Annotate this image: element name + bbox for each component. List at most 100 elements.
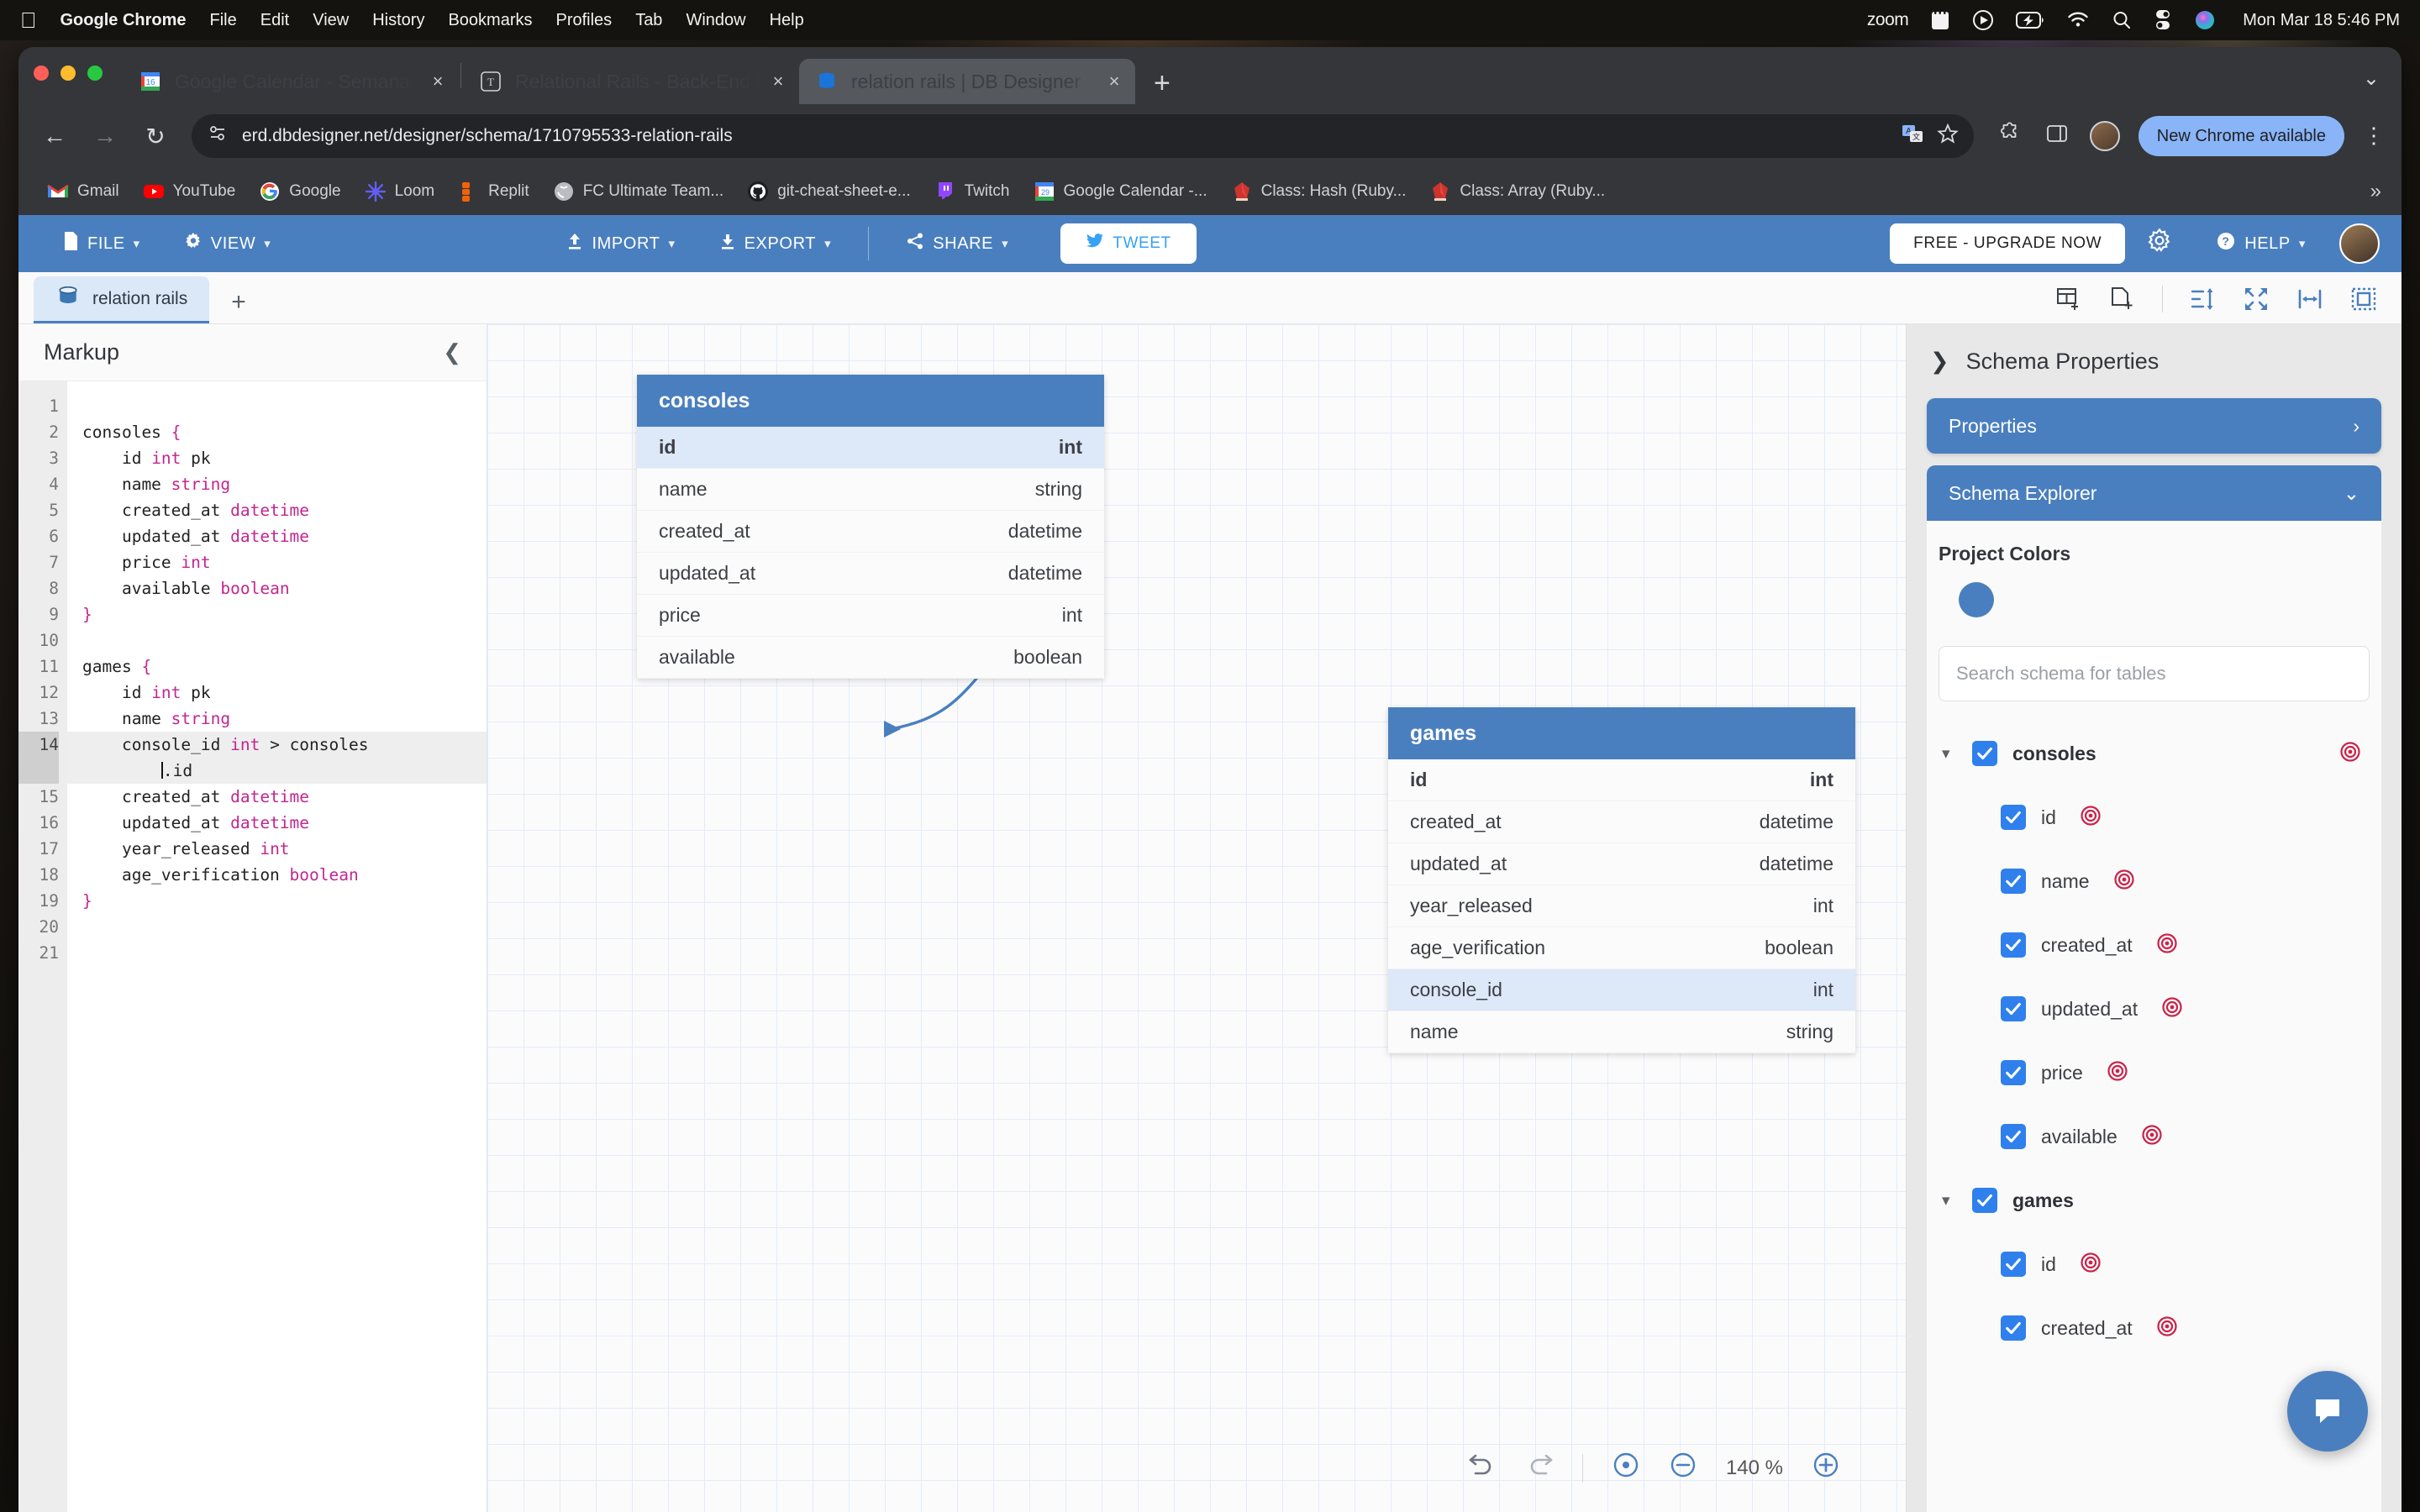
schema-tree-column[interactable]: available [1927,1105,2381,1168]
menu-item-profiles[interactable]: Profiles [555,11,612,30]
code-line[interactable] [67,627,487,654]
schema-tree-column[interactable]: name [1927,849,2381,913]
code-editor[interactable]: 123456789101112131415161718192021 consol… [18,381,487,1512]
menu-view[interactable]: VIEW ▾ [162,232,293,255]
browser-tab-calendar[interactable]: 16 Google Calendar - Semana de × [123,59,459,104]
table-row[interactable]: updated_at datetime [1388,843,1855,885]
code-line[interactable]: updated_at datetime [67,810,487,836]
zoom-in-icon[interactable] [1812,1451,1840,1485]
add-note-icon[interactable] [2108,285,2137,313]
checkbox[interactable] [2001,996,2026,1021]
code-line[interactable]: updated_at datetime [67,523,487,549]
bookmark-gmail[interactable]: Gmail [35,176,131,207]
code-area[interactable]: consoles { id int pk name string created… [67,381,487,1512]
schema-tree-table[interactable]: ▾consoles [1927,722,2381,785]
code-line[interactable]: age_verification boolean [67,862,487,888]
browser-tab-relational-rails[interactable]: T Relational Rails - Back-End En × [463,59,799,104]
table-row[interactable]: name string [1388,1011,1855,1053]
chevron-down-icon[interactable]: ▾ [1942,744,1957,764]
bookmark-star-icon[interactable] [1937,123,1959,150]
menu-item-help[interactable]: Help [770,11,804,30]
menu-share[interactable]: SHARE ▾ [884,232,1030,255]
checkbox[interactable] [2001,932,2026,958]
menu-file[interactable]: FILE ▾ [40,231,162,256]
chrome-menu-button[interactable]: ⋮ [2363,129,2380,143]
er-table-consoles[interactable]: consoles id int name string created_at d… [637,375,1104,679]
code-line[interactable]: } [67,888,487,914]
fit-width-icon[interactable] [2296,285,2324,313]
focus-target-icon[interactable] [2080,1252,2102,1278]
bookmark-youtube[interactable]: YouTube [131,176,248,207]
menu-import[interactable]: IMPORT ▾ [544,232,697,255]
close-icon[interactable]: × [765,71,791,92]
upgrade-button[interactable]: FREE - UPGRADE NOW [1890,223,2125,264]
schema-tree-column[interactable]: id [1927,1232,2381,1296]
bookmark-twitch[interactable]: Twitch [923,176,1022,207]
schema-tree-column[interactable]: updated_at [1927,977,2381,1041]
table-row[interactable]: console_id int [1388,969,1855,1011]
code-line[interactable]: created_at datetime [67,497,487,523]
code-line[interactable]: console_id int > consoles [67,732,487,758]
checkbox[interactable] [2001,1124,2026,1149]
checkbox[interactable] [2001,869,2026,894]
table-row[interactable]: age_verification boolean [1388,927,1855,969]
redo-icon[interactable] [1525,1452,1554,1484]
siri-icon[interactable] [2194,9,2216,31]
code-line[interactable]: year_released int [67,836,487,862]
maximize-window-button[interactable] [87,66,103,81]
side-panel-icon[interactable] [2043,122,2071,151]
undo-icon[interactable] [1468,1452,1497,1484]
code-line[interactable] [67,940,487,966]
code-line[interactable]: consoles { [67,419,487,445]
checkbox[interactable] [2001,1252,2026,1277]
code-line[interactable]: games { [67,654,487,680]
menu-item-history[interactable]: History [372,11,424,30]
table-row[interactable]: id int [1388,759,1855,801]
table-row[interactable]: year_released int [1388,885,1855,927]
table-row[interactable]: updated_at datetime [637,553,1104,595]
control-center-icon[interactable] [2154,9,2172,31]
schema-tab-relation-rails[interactable]: relation rails [34,276,209,323]
schema-tree-column[interactable]: price [1927,1041,2381,1105]
search-schema-input[interactable]: Search schema for tables [1939,646,2370,701]
schema-explorer-section-button[interactable]: Schema Explorer ⌄ [1927,465,2381,521]
code-line[interactable]: created_at datetime [67,784,487,810]
table-row[interactable]: price int [637,595,1104,637]
table-row[interactable]: name string [637,469,1104,511]
code-line[interactable]: name string [67,471,487,497]
checkbox[interactable] [2001,1060,2026,1085]
menu-help[interactable]: ? SHARE HELP ▾ [2194,231,2328,256]
bookmark-google[interactable]: Google [247,176,352,207]
focus-target-icon[interactable] [2080,805,2102,831]
bookmark-loom[interactable]: Loom [353,176,447,207]
properties-section-button[interactable]: Properties › [1927,398,2381,454]
menu-item-bookmarks[interactable]: Bookmarks [448,11,532,30]
back-button[interactable]: ← [40,123,69,150]
browser-tab-db-designer[interactable]: relation rails | DB Designer × [799,59,1135,104]
new-tab-button[interactable]: + [1154,69,1171,97]
close-icon[interactable]: × [425,71,450,92]
table-row[interactable]: created_at datetime [1388,801,1855,843]
menu-bar-clock[interactable]: Mon Mar 18 5:46 PM [2243,11,2400,30]
bookmark-class-array-ruby[interactable]: Class: Array (Ruby... [1418,176,1617,207]
focus-target-icon[interactable] [2161,996,2183,1022]
url-text[interactable]: erd.dbdesigner.net/designer/schema/17107… [242,126,1888,146]
reset-view-icon[interactable] [1612,1451,1640,1485]
menu-item-file[interactable]: File [210,11,237,30]
user-avatar[interactable] [2339,223,2380,264]
battery-charging-icon[interactable] [2016,12,2044,29]
add-schema-tab-button[interactable]: + [209,288,268,323]
checkbox[interactable] [1972,741,1997,766]
notes-icon[interactable] [1930,9,1950,31]
focus-target-icon[interactable] [2339,741,2361,767]
chat-bubble-icon[interactable] [2287,1371,2368,1452]
chevron-right-icon[interactable]: ❯ [1930,349,1949,375]
minimize-window-button[interactable] [60,66,76,81]
focus-target-icon[interactable] [2156,932,2178,958]
play-icon[interactable] [1972,9,1994,31]
chevron-down-icon[interactable]: ▾ [1942,1191,1957,1210]
address-bar[interactable]: erd.dbdesigner.net/designer/schema/17107… [192,114,1974,158]
zoom-status-item[interactable]: zoom [1867,10,1908,30]
bookmark-git-cheat-sheet[interactable]: git-cheat-sheet-e... [735,176,922,207]
reload-button[interactable]: ↻ [141,123,170,150]
